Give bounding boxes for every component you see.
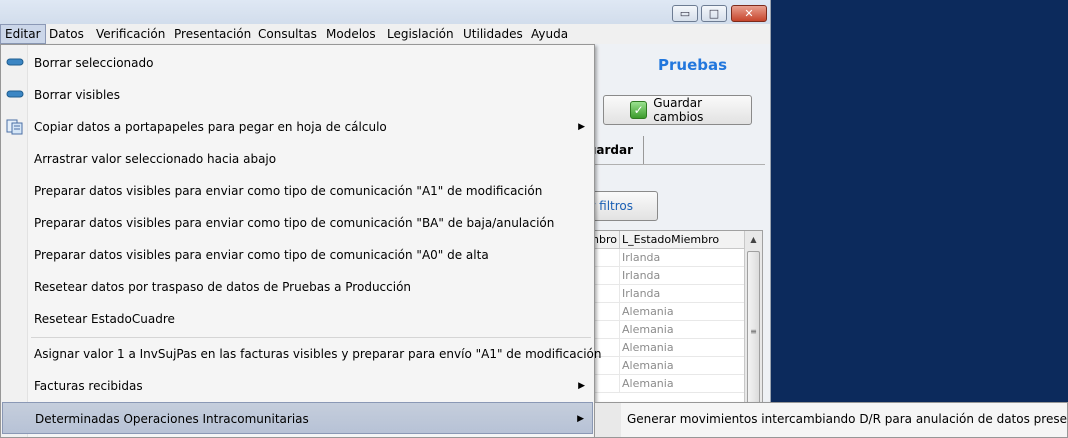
table-row[interactable]: Alemania bbox=[584, 357, 744, 375]
menu-bar: Editar Datos Verificación Presentación C… bbox=[0, 24, 770, 45]
table-cell: Alemania bbox=[622, 359, 674, 372]
menu-utilidades[interactable]: Utilidades bbox=[459, 24, 527, 44]
menu-item-borrar-seleccionado[interactable]: Borrar seleccionado bbox=[2, 47, 593, 79]
menu-item-label: Preparar datos visibles para enviar como… bbox=[34, 216, 555, 230]
minimize-button[interactable]: ▭ bbox=[672, 5, 698, 22]
menu-verificacion[interactable]: Verificación bbox=[92, 24, 169, 44]
submenu-arrow-icon: ▶ bbox=[577, 414, 584, 424]
menu-label: Modelos bbox=[326, 27, 376, 41]
intracomunitarias-submenu: Generar movimientos intercambiando D/R p… bbox=[594, 402, 1068, 438]
menu-datos[interactable]: Datos bbox=[45, 24, 88, 44]
desktop-background bbox=[771, 0, 1068, 438]
menu-item-preparar-a1[interactable]: Preparar datos visibles para enviar como… bbox=[2, 175, 593, 207]
table-row[interactable]: Alemania bbox=[584, 321, 744, 339]
menu-item-label: Copiar datos a portapapeles para pegar e… bbox=[34, 120, 387, 134]
close-icon: ✕ bbox=[744, 7, 754, 20]
table-row[interactable]: Alemania bbox=[584, 339, 744, 357]
table-row[interactable]: Irlanda bbox=[584, 249, 744, 267]
menu-item-copiar-datos[interactable]: Copiar datos a portapapeles para pegar e… bbox=[2, 111, 593, 143]
menu-item-label: Arrastrar valor seleccionado hacia abajo bbox=[34, 152, 277, 166]
menu-ayuda[interactable]: Ayuda bbox=[527, 24, 572, 44]
table-row[interactable]: Irlanda bbox=[584, 267, 744, 285]
title-bar: ▭ □ ✕ bbox=[0, 0, 770, 24]
menu-presentacion[interactable]: Presentación bbox=[170, 24, 255, 44]
save-changes-label: Guardar cambios bbox=[653, 96, 704, 124]
menu-item-asignar-invsujpas[interactable]: Asignar valor 1 a InvSujPas en las factu… bbox=[2, 338, 601, 370]
column-header-estado-miembro[interactable]: L_EstadoMiembro bbox=[620, 231, 744, 249]
table-row[interactable]: Irlanda bbox=[584, 285, 744, 303]
delete-selected-icon bbox=[6, 58, 24, 66]
submenu-arrow-icon: ▶ bbox=[578, 381, 585, 391]
menu-item-arrastrar-valor[interactable]: Arrastrar valor seleccionado hacia abajo bbox=[2, 143, 593, 175]
minimize-icon: ▭ bbox=[679, 7, 691, 20]
menu-item-label: Asignar valor 1 a InvSujPas en las factu… bbox=[34, 347, 602, 361]
menu-item-label: Facturas recibidas bbox=[34, 379, 143, 393]
table-cell: Alemania bbox=[622, 341, 674, 354]
copy-spreadsheet-icon bbox=[6, 119, 23, 135]
menu-item-operaciones-intracomunitarias[interactable]: Determinadas Operaciones Intracomunitari… bbox=[2, 402, 593, 434]
menu-item-label: Preparar datos visibles para enviar como… bbox=[34, 184, 543, 198]
submenu-arrow-icon: ▶ bbox=[578, 122, 585, 132]
edit-menu-dropdown: Borrar seleccionado Borrar visibles Copi… bbox=[0, 44, 601, 438]
menu-item-label: Resetear datos por traspaso de datos de … bbox=[34, 280, 412, 294]
close-button[interactable]: ✕ bbox=[731, 5, 767, 22]
menu-label: Ayuda bbox=[531, 27, 569, 41]
menu-consultas[interactable]: Consultas bbox=[254, 24, 321, 44]
table-cell: Irlanda bbox=[622, 251, 661, 264]
save-check-icon: ✓ bbox=[630, 101, 648, 119]
menu-legislacion[interactable]: Legislación bbox=[383, 24, 458, 44]
submenu-item-generar-movimientos[interactable]: Generar movimientos intercambiando D/R p… bbox=[627, 403, 1068, 435]
menu-label: Presentación bbox=[174, 27, 252, 41]
submenu-icon-gutter bbox=[595, 403, 621, 437]
menu-item-label: Resetear EstadoCuadre bbox=[34, 312, 175, 326]
menu-label: Utilidades bbox=[463, 27, 523, 41]
menu-item-label: Borrar visibles bbox=[34, 88, 120, 102]
menu-label: Verificación bbox=[96, 27, 166, 41]
menu-label: Legislación bbox=[387, 27, 454, 41]
menu-label: Datos bbox=[49, 27, 84, 41]
table-row[interactable]: Alemania bbox=[584, 303, 744, 321]
menu-item-resetear-estadocuadre[interactable]: Resetear EstadoCuadre bbox=[2, 303, 593, 335]
table-row[interactable]: Alemania bbox=[584, 375, 744, 393]
page-title: Pruebas bbox=[658, 56, 728, 74]
menu-item-label: Borrar seleccionado bbox=[34, 56, 154, 70]
tab-divider bbox=[595, 164, 765, 165]
menu-label: Editar bbox=[5, 27, 41, 41]
menu-label: Consultas bbox=[258, 27, 317, 41]
maximize-icon: □ bbox=[708, 7, 720, 20]
menu-item-preparar-a0[interactable]: Preparar datos visibles para enviar como… bbox=[2, 239, 593, 271]
menu-item-borrar-visibles[interactable]: Borrar visibles bbox=[2, 79, 593, 111]
save-changes-button[interactable]: ✓ Guardar cambios bbox=[603, 95, 752, 125]
menu-modelos[interactable]: Modelos bbox=[322, 24, 380, 44]
table-cell: Irlanda bbox=[622, 269, 661, 282]
maximize-button[interactable]: □ bbox=[701, 5, 727, 22]
menu-item-preparar-ba[interactable]: Preparar datos visibles para enviar como… bbox=[2, 207, 593, 239]
menu-item-facturas-recibidas[interactable]: Facturas recibidas ▶ bbox=[2, 370, 593, 402]
table-cell: Alemania bbox=[622, 305, 674, 318]
scrollbar-thumb[interactable]: ≡ bbox=[747, 251, 760, 411]
table-cell: Alemania bbox=[622, 377, 674, 390]
menu-item-resetear-datos[interactable]: Resetear datos por traspaso de datos de … bbox=[2, 271, 593, 303]
menu-editar[interactable]: Editar bbox=[0, 24, 46, 44]
menu-item-label: Determinadas Operaciones Intracomunitari… bbox=[35, 412, 309, 426]
menu-item-label: Preparar datos visibles para enviar como… bbox=[34, 248, 489, 262]
table-cell: Alemania bbox=[622, 323, 674, 336]
delete-visible-icon bbox=[6, 90, 24, 98]
table-cell: Irlanda bbox=[622, 287, 661, 300]
scroll-up-icon[interactable]: ▲ bbox=[745, 231, 762, 248]
